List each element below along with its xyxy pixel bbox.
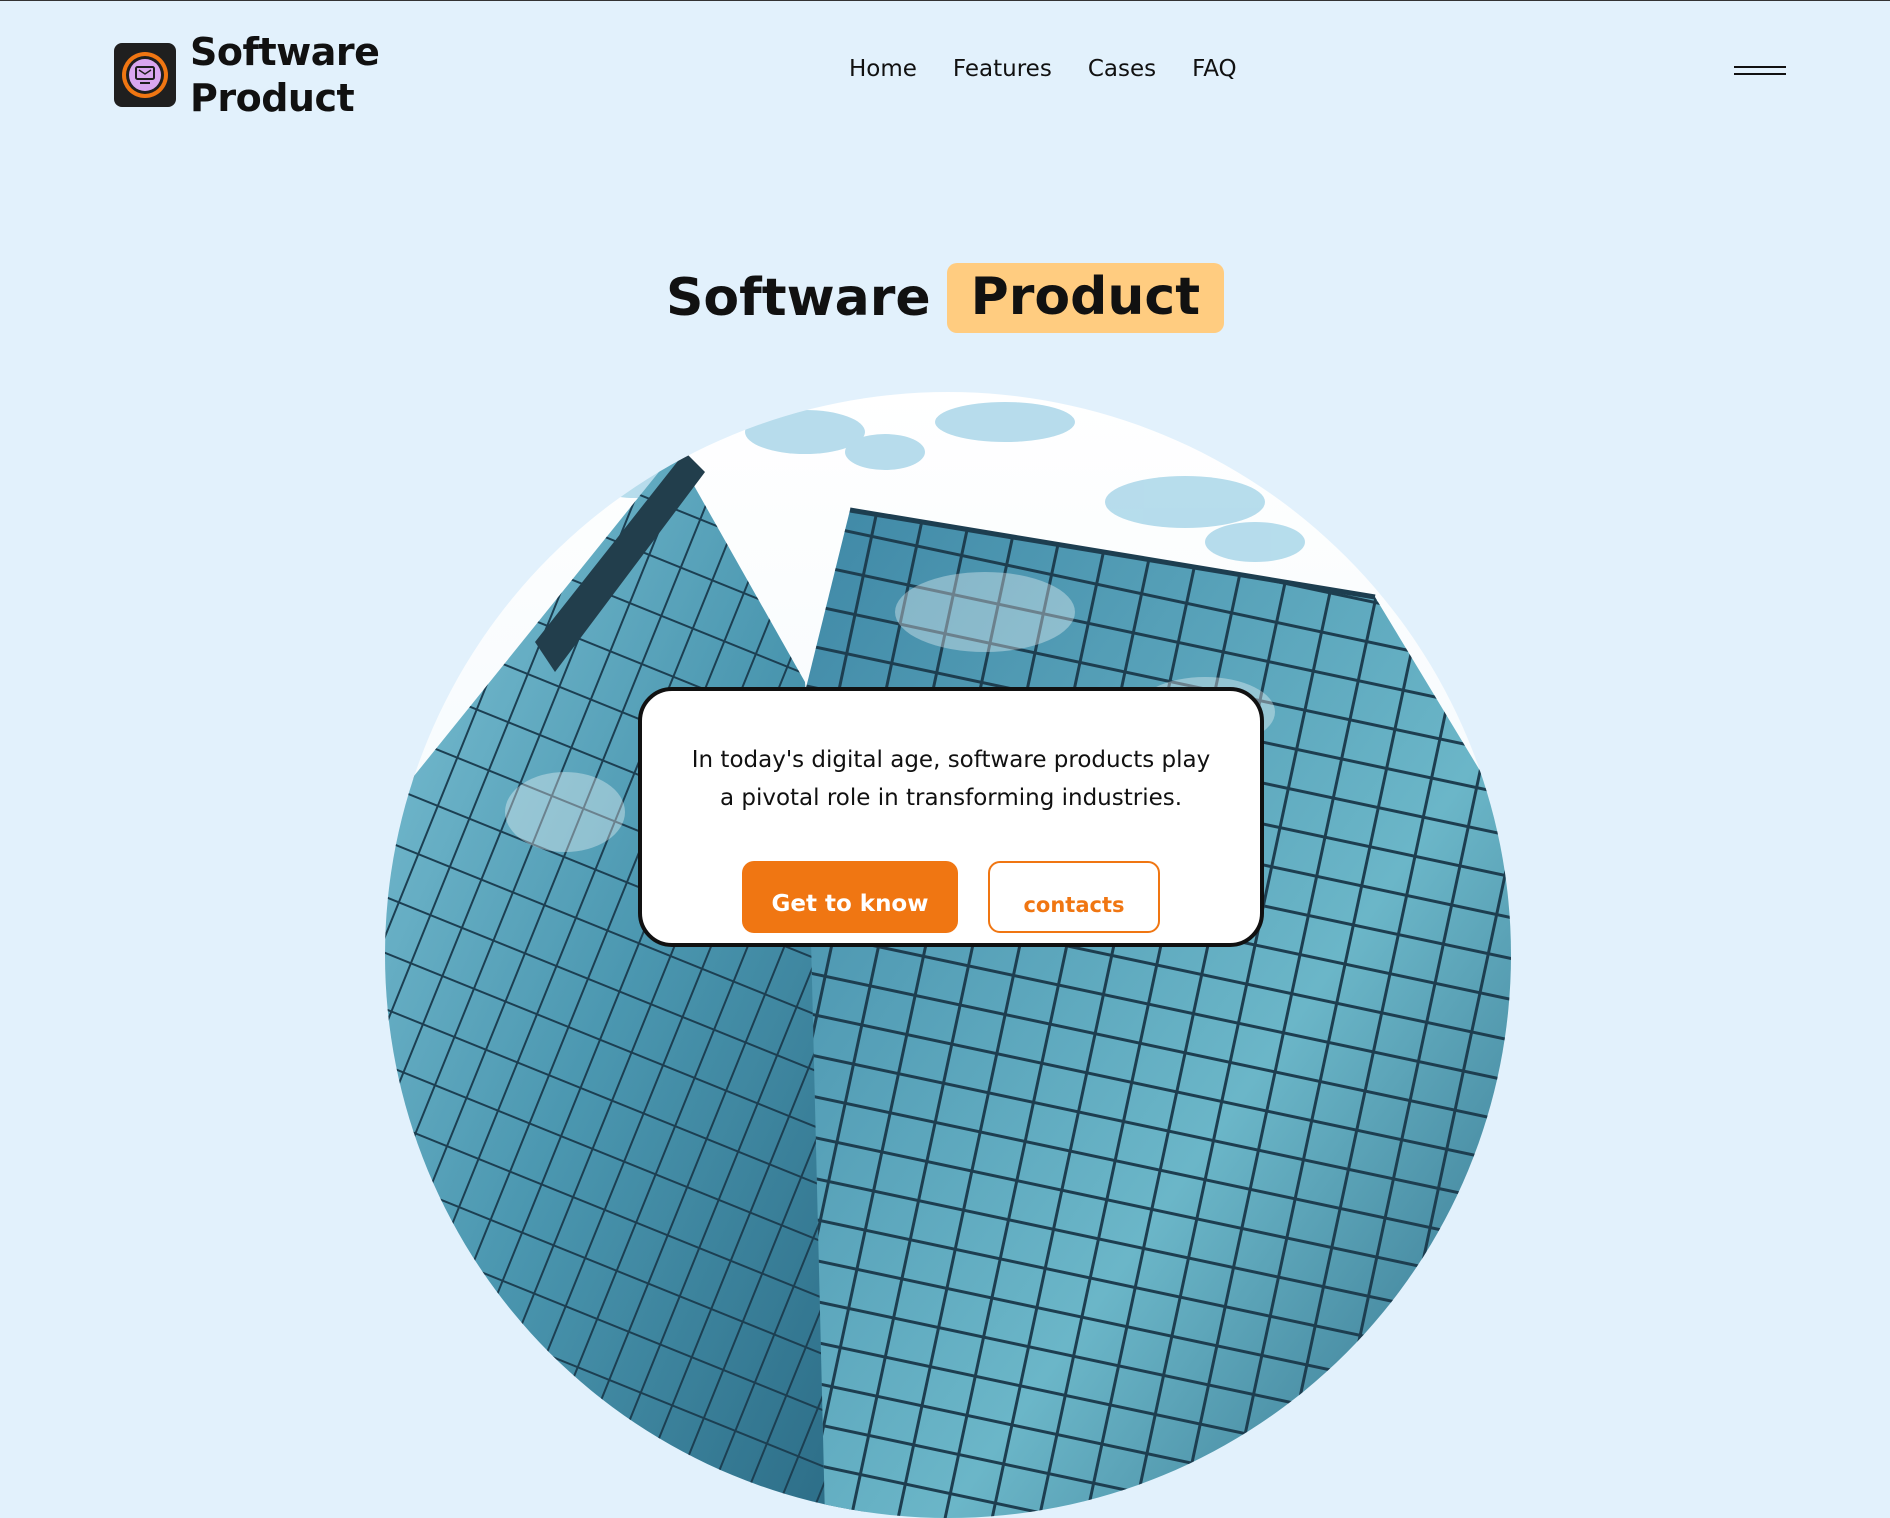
hero-description: In today's digital age, software product… [691, 747, 1211, 811]
get-to-know-button[interactable]: Get to know [742, 861, 958, 933]
nav-item-cases[interactable]: Cases [1088, 56, 1156, 82]
hero-card: In today's digital age, software product… [638, 687, 1264, 947]
hero-title: Software Product [0, 263, 1890, 333]
nav-item-faq[interactable]: FAQ [1192, 56, 1237, 82]
logo-icon [114, 43, 176, 107]
brand-name: Software Product [190, 29, 380, 121]
nav-item-home[interactable]: Home [849, 56, 917, 82]
hero-title-highlight: Product [946, 263, 1225, 333]
hero-title-part1: Software [665, 268, 931, 328]
contacts-button[interactable]: contacts [988, 861, 1160, 933]
nav-item-features[interactable]: Features [953, 56, 1052, 82]
brand-name-line2: Product [190, 76, 355, 120]
hero-building-image [385, 392, 1511, 1518]
hero-actions: Get to know contacts [642, 861, 1260, 933]
brand-logo[interactable]: Software Product [114, 29, 380, 121]
hamburger-menu-icon[interactable] [1734, 64, 1786, 78]
main-nav: Home Features Cases FAQ [849, 56, 1237, 82]
brand-name-line1: Software [190, 30, 380, 74]
